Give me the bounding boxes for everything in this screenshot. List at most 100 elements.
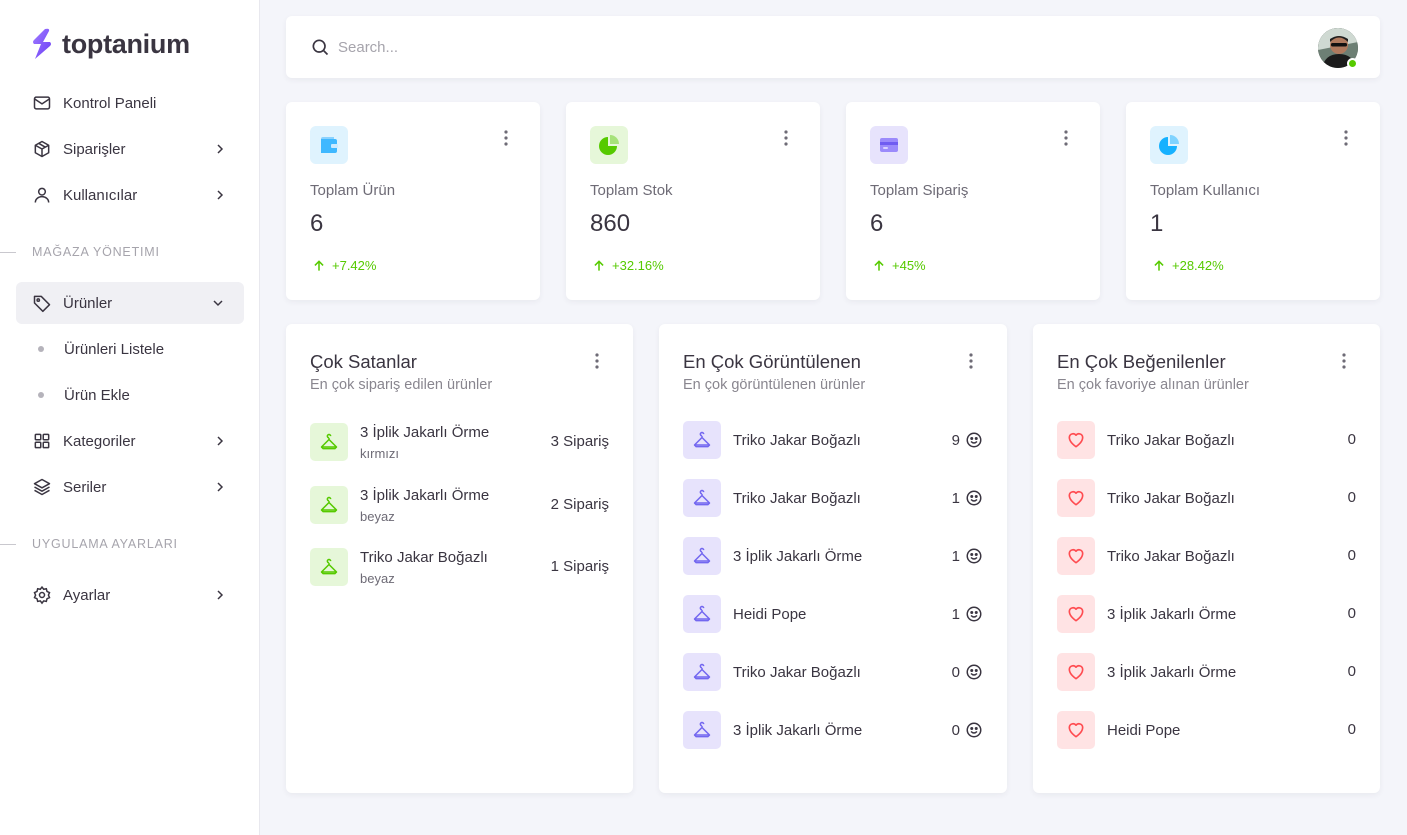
heart-icon	[1057, 479, 1095, 517]
heart-icon	[1057, 421, 1095, 459]
sidebar-subitem-label: Ürünleri Listele	[64, 340, 165, 358]
arrow-up-icon	[874, 259, 884, 271]
more-options-icon[interactable]	[587, 351, 607, 371]
sidebar-subitem-list-products[interactable]: Ürünleri Listele	[16, 330, 244, 368]
sidebar-subitem-label: Ürün Ekle	[64, 386, 130, 404]
sidebar-item-label: Kullanıcılar	[63, 186, 138, 204]
list-item[interactable]: 3 İplik Jakarlı Örme kırmızı	[310, 423, 489, 461]
like-count: 0	[1347, 489, 1356, 506]
search-icon[interactable]	[310, 37, 330, 57]
product-name: Triko Jakar Boğazlı	[733, 431, 861, 449]
more-options-icon[interactable]	[1336, 128, 1356, 148]
grid-icon	[32, 431, 52, 451]
chevron-right-icon	[217, 482, 224, 492]
sidebar-item-dashboard[interactable]: Kontrol Paneli	[16, 82, 244, 124]
heart-icon	[1057, 595, 1095, 633]
list-item[interactable]: 3 İplik Jakarlı Örme	[1057, 653, 1236, 691]
section-label: MAĞAZA YÖNETIMI	[32, 245, 160, 259]
sidebar-subitem-add-product[interactable]: Ürün Ekle	[16, 376, 244, 414]
product-variant: beyaz	[360, 570, 395, 586]
stat-value: 1	[1150, 210, 1164, 237]
hanger-icon	[683, 653, 721, 691]
wallet-icon	[310, 126, 348, 164]
view-count: 1	[952, 489, 983, 507]
view-count-value: 1	[951, 489, 960, 507]
stat-trend: +28.42%	[1152, 258, 1224, 273]
chevron-right-icon	[217, 590, 224, 600]
stat-label: Toplam Ürün	[310, 182, 396, 199]
view-count-value: 1	[951, 547, 960, 565]
list-item[interactable]: Triko Jakar Boğazlı	[1057, 421, 1235, 459]
list-item[interactable]: 3 İplik Jakarlı Örme beyaz	[310, 486, 489, 524]
more-options-icon[interactable]	[1334, 351, 1354, 371]
view-count-value: 1	[951, 605, 960, 623]
product-name: Heidi Pope	[1107, 721, 1181, 739]
sidebar-item-label: Kategoriler	[63, 432, 136, 450]
more-options-icon[interactable]	[1056, 128, 1076, 148]
sidebar-item-orders[interactable]: Siparişler	[16, 128, 244, 170]
like-count: 0	[1347, 605, 1356, 622]
chevron-right-icon	[217, 436, 224, 446]
bullet-icon	[38, 392, 44, 398]
list-item[interactable]: Heidi Pope	[683, 595, 806, 633]
stat-trend: +45%	[872, 258, 926, 273]
hanger-icon	[310, 423, 348, 461]
list-item[interactable]: 3 İplik Jakarlı Örme	[683, 711, 862, 749]
gear-icon	[32, 585, 52, 605]
list-item[interactable]: 3 İplik Jakarlı Örme	[683, 537, 862, 575]
search-input[interactable]	[338, 34, 938, 60]
arrow-up-icon	[594, 259, 604, 271]
list-item[interactable]: Triko Jakar Boğazlı	[1057, 537, 1235, 575]
sidebar-item-label: Ürünler	[63, 294, 113, 312]
list-item[interactable]: Heidi Pope	[1057, 711, 1180, 749]
product-name: 3 İplik Jakarlı Örme	[1107, 663, 1237, 681]
list-item[interactable]: Triko Jakar Boğazlı	[1057, 479, 1235, 517]
sidebar-item-products[interactable]: Ürünler	[16, 282, 244, 324]
heart-icon	[1057, 711, 1095, 749]
sidebar-item-categories[interactable]: Kategoriler	[16, 420, 244, 462]
view-count: 9	[952, 431, 983, 449]
stat-trend-value: +7.42%	[332, 258, 377, 273]
sidebar-item-label: Ayarlar	[63, 586, 111, 604]
product-variant: beyaz	[360, 508, 395, 524]
list-item[interactable]: Triko Jakar Boğazlı	[683, 479, 861, 517]
list-item[interactable]: Triko Jakar Boğazlı beyaz	[310, 548, 488, 586]
view-count: 0	[952, 663, 983, 681]
pie-chart-icon	[590, 126, 628, 164]
pie-chart-icon	[1150, 126, 1188, 164]
list-item[interactable]: 3 İplik Jakarlı Örme	[1057, 595, 1236, 633]
product-name: Heidi Pope	[733, 605, 807, 623]
hanger-icon	[683, 595, 721, 633]
more-options-icon[interactable]	[961, 351, 981, 371]
sidebar-item-label: Kontrol Paneli	[63, 94, 157, 112]
sidebar-item-label: Siparişler	[63, 140, 126, 158]
arrow-up-icon	[1154, 259, 1164, 271]
smile-icon	[966, 490, 982, 506]
more-options-icon[interactable]	[776, 128, 796, 148]
list-item[interactable]: Triko Jakar Boğazlı	[683, 421, 861, 459]
more-options-icon[interactable]	[496, 128, 516, 148]
stat-trend: +7.42%	[312, 258, 376, 273]
product-name: 3 İplik Jakarlı Örme	[1107, 605, 1237, 623]
smile-icon	[966, 432, 982, 448]
hanger-icon	[683, 537, 721, 575]
sidebar-item-users[interactable]: Kullanıcılar	[16, 174, 244, 216]
stat-label: Toplam Stok	[590, 182, 673, 199]
card-subtitle: En çok sipariş edilen ürünler	[310, 377, 493, 393]
product-name: Triko Jakar Boğazlı	[733, 489, 861, 507]
sidebar-item-settings[interactable]: Ayarlar	[16, 574, 244, 616]
box-icon	[32, 139, 52, 159]
sidebar-item-series[interactable]: Seriler	[16, 466, 244, 508]
credit-card-icon	[870, 126, 908, 164]
hanger-icon	[310, 548, 348, 586]
product-name: Triko Jakar Boğazlı	[1107, 547, 1235, 565]
smile-icon	[966, 722, 982, 738]
user-icon	[32, 185, 52, 205]
hanger-icon	[683, 421, 721, 459]
like-count: 0	[1347, 663, 1356, 680]
product-name: 3 İplik Jakarlı Örme	[733, 547, 863, 565]
heart-icon	[1057, 537, 1095, 575]
brand-logo[interactable]: toptanium	[30, 28, 190, 60]
list-item[interactable]: Triko Jakar Boğazlı	[683, 653, 861, 691]
stat-trend-value: +45%	[892, 258, 926, 273]
